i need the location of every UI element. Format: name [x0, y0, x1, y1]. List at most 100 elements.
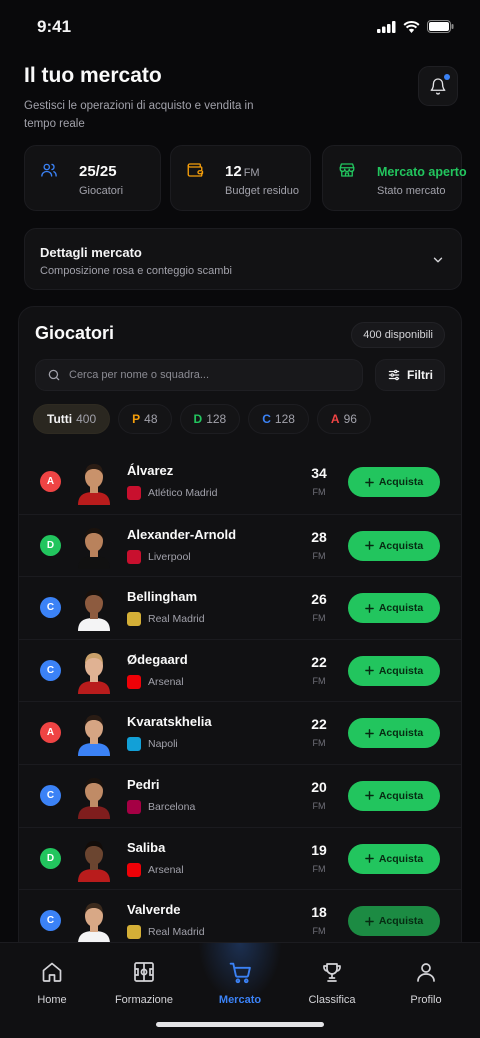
- trophy-icon: [323, 963, 341, 982]
- price-unit: FM: [312, 926, 326, 937]
- search-input[interactable]: [69, 360, 354, 390]
- chip-key: C: [262, 412, 271, 426]
- chip-c[interactable]: C 128: [248, 404, 309, 434]
- tab-label: Profilo: [410, 994, 442, 1006]
- chip-a[interactable]: A 96: [316, 404, 371, 434]
- player-row[interactable]: A Kvaratskhelia Napoli 22 FM Acquista: [19, 701, 461, 764]
- buy-button[interactable]: Acquista: [348, 655, 440, 686]
- tab-label: Mercato: [218, 994, 262, 1006]
- buy-button[interactable]: Acquista: [348, 843, 440, 874]
- role-filter-chips: Tutti 400 P 48 D 128 C 128 A 96: [33, 404, 371, 434]
- buy-button[interactable]: Acquista: [348, 780, 440, 811]
- chip-key: P: [132, 412, 141, 426]
- club-crest-icon: [127, 925, 141, 940]
- player-row[interactable]: C Pedri Barcelona 20 FM Acquista: [19, 763, 461, 827]
- buy-button[interactable]: Acquista: [348, 906, 440, 937]
- players-title: Giocatori: [35, 323, 115, 343]
- player-name: Alexander-Arnold: [127, 526, 237, 542]
- plus-icon: [365, 854, 374, 863]
- player-club: Atlético Madrid: [127, 486, 217, 500]
- chip-p[interactable]: P 48: [118, 404, 172, 434]
- tab-home[interactable]: Home: [4, 957, 100, 1006]
- tab-classifica[interactable]: Classifica: [284, 957, 380, 1006]
- market-details-accordion[interactable]: Dettagli mercato Composizione rosa e con…: [24, 228, 462, 290]
- stat-value: 12 FM: [225, 163, 260, 180]
- plus-icon: [365, 541, 374, 550]
- stat-label: Giocatori: [79, 185, 124, 197]
- filter-button[interactable]: Filtri: [375, 359, 445, 391]
- club-name: Barcelona: [148, 800, 196, 813]
- battery-icon: [427, 20, 454, 33]
- tab-formazione[interactable]: Formazione: [96, 957, 192, 1006]
- price-unit: FM: [312, 550, 326, 561]
- buy-button[interactable]: Acquista: [348, 718, 440, 749]
- buy-label: Acquista: [378, 476, 424, 488]
- available-badge: 400 disponibili: [351, 322, 445, 348]
- player-avatar: [78, 715, 110, 757]
- status-bar: 9:41: [0, 0, 480, 56]
- wallet-icon: [184, 159, 206, 181]
- player-avatar: [78, 777, 110, 819]
- club-name: Liverpool: [148, 550, 191, 563]
- store-icon: [336, 159, 358, 181]
- buy-button[interactable]: Acquista: [348, 530, 440, 561]
- club-crest-icon: [127, 799, 141, 814]
- chip-key: Tutti: [47, 412, 73, 426]
- player-name: Álvarez: [127, 463, 174, 478]
- player-name: Kvaratskhelia: [127, 714, 212, 730]
- status-icons: [377, 20, 454, 33]
- role-badge: C: [40, 784, 61, 806]
- players-panel: Giocatori 400 disponibili Filtri Tutti40…: [18, 306, 462, 966]
- player-row[interactable]: C Ødegaard Arsenal 22 FM Acquista: [19, 638, 461, 702]
- price-unit: FM: [312, 738, 326, 749]
- market-status-value: Mercato aperto: [377, 165, 467, 179]
- buy-label: Acquista: [378, 602, 424, 615]
- club-name: Arsenal: [148, 863, 184, 876]
- club-name: Atlético Madrid: [148, 487, 218, 499]
- notification-dot: [444, 74, 450, 80]
- buy-label: Acquista: [378, 539, 424, 552]
- player-name: Saliba: [127, 839, 166, 855]
- price-unit: FM: [312, 675, 326, 686]
- stat-label: Stato mercato: [377, 185, 446, 197]
- buy-button[interactable]: Acquista: [348, 593, 440, 624]
- player-row[interactable]: D Saliba Arsenal 19 FM Acquista: [19, 826, 461, 890]
- tab-profilo[interactable]: Profilo: [378, 957, 474, 1006]
- buy-button[interactable]: Acquista: [348, 467, 440, 497]
- price-unit: FM: [312, 800, 326, 811]
- tab-label: Home: [37, 994, 67, 1006]
- player-price: 34: [311, 465, 327, 481]
- plus-icon: [365, 603, 374, 613]
- chip-d[interactable]: D 128: [179, 404, 241, 434]
- stat-card-players: 25/25 Giocatori: [24, 145, 161, 211]
- chip-tutti[interactable]: Tutti 400: [33, 404, 111, 434]
- player-row[interactable]: C Bellingham Real Madrid 26 FM Acquista: [19, 576, 461, 639]
- notifications-button[interactable]: [418, 66, 458, 106]
- players-list: A Álvarez Atlético Madrid 34 FM Acquista…: [19, 451, 461, 952]
- user-icon: [417, 963, 435, 982]
- club-crest-icon: [127, 486, 141, 500]
- club-crest-icon: [127, 612, 141, 627]
- player-row[interactable]: A Álvarez Atlético Madrid 34 FM Acquista: [19, 451, 461, 514]
- chip-count: 48: [144, 412, 158, 426]
- page-title: Il tuo mercato: [24, 64, 162, 87]
- club-name: Arsenal: [148, 675, 184, 688]
- buy-label: Acquista: [378, 789, 424, 802]
- plus-icon: [365, 916, 374, 926]
- role-badge: D: [40, 534, 61, 556]
- pitch-icon: [134, 962, 154, 982]
- chip-count: 128: [206, 412, 227, 426]
- player-club: Arsenal: [127, 674, 184, 689]
- plus-icon: [365, 477, 374, 487]
- buy-label: Acquista: [378, 915, 424, 928]
- role-badge: A: [40, 722, 61, 744]
- player-club: Liverpool: [127, 549, 191, 564]
- tab-mercato[interactable]: Mercato: [192, 957, 288, 1006]
- price-unit: FM: [312, 863, 326, 874]
- stat-card-budget: 12 FM Budget residuo: [170, 145, 311, 211]
- tab-label: Formazione: [114, 994, 174, 1006]
- player-row[interactable]: D Alexander-Arnold Liverpool 28 FM Acqui…: [19, 513, 461, 577]
- club-crest-icon: [127, 674, 141, 689]
- player-name: Ødegaard: [127, 651, 188, 667]
- buy-label: Acquista: [378, 727, 424, 740]
